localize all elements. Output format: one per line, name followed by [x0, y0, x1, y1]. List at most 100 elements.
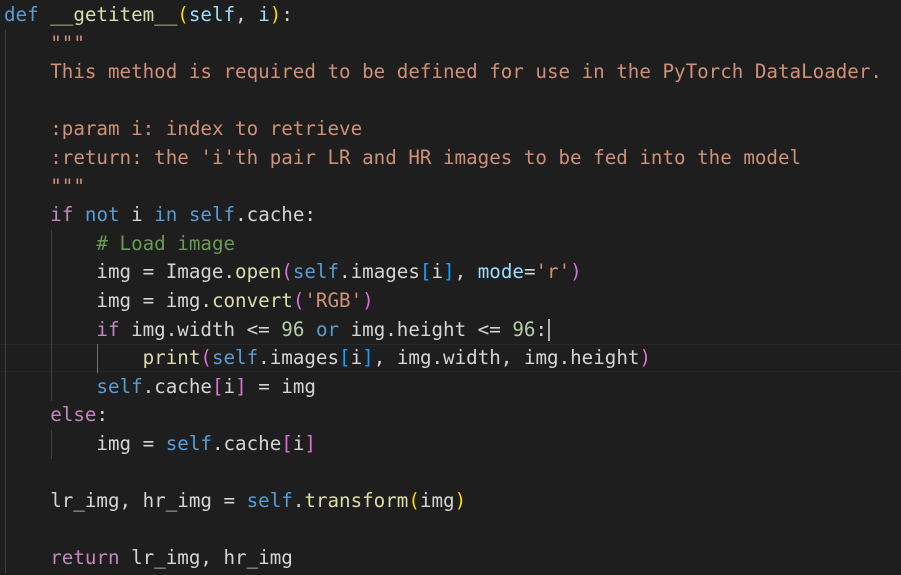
- code-token: [: [281, 432, 293, 455]
- code-token: lr_img, hr_img =: [4, 489, 247, 513]
- code-token: 'r': [535, 260, 571, 284]
- code-token: """: [50, 31, 85, 55]
- code-token: transform: [304, 489, 409, 513]
- code-token: self: [246, 489, 293, 513]
- code-line[interactable]: else:: [4, 401, 108, 430]
- code-token: self: [188, 3, 236, 26]
- code-token: ,: [454, 260, 478, 284]
- code-token: i: [119, 203, 155, 227]
- code-token: img: [419, 489, 455, 513]
- code-token: :: [96, 403, 108, 427]
- code-token: =: [523, 260, 536, 284]
- code-token: i: [350, 346, 363, 370]
- code-token: (: [177, 3, 189, 26]
- code-line[interactable]: lr_img, hr_img = self.transform(img): [4, 487, 466, 516]
- code-token: ,: [235, 3, 259, 26]
- code-line[interactable]: if not i in self.cache:: [4, 201, 316, 230]
- code-token: (: [408, 489, 420, 513]
- code-token: (: [292, 289, 305, 312]
- code-token: in: [154, 203, 178, 227]
- code-token: ): [570, 260, 582, 284]
- code-token: (: [281, 260, 293, 284]
- code-line[interactable]: # Load image: [4, 230, 235, 259]
- text-cursor: [548, 319, 550, 342]
- code-token: ): [454, 489, 467, 513]
- code-token: ): [639, 346, 651, 370]
- code-token: .images: [339, 260, 420, 284]
- code-line[interactable]: :return: the 'i'th pair LR and HR images…: [4, 144, 801, 173]
- code-token: :return: the 'i'th pair LR and HR images…: [50, 146, 802, 169]
- code-line[interactable]: self.cache[i] = img: [4, 373, 316, 402]
- code-token: # Load image: [96, 231, 236, 255]
- code-token: i: [223, 374, 236, 398]
- code-line[interactable]: if img.width <= 96 or img.height <= 96:: [4, 316, 550, 345]
- code-token: :param i: index to retrieve: [50, 117, 363, 141]
- code-line[interactable]: img = Image.open(self.images[i], mode='r…: [4, 258, 582, 287]
- code-token: self: [292, 260, 340, 284]
- code-token: __getitem__: [50, 3, 178, 26]
- code-token: or: [315, 317, 340, 341]
- code-token: lr_img, hr_img: [119, 546, 293, 570]
- code-line[interactable]: img = self.cache[i]: [4, 430, 316, 459]
- code-token: not: [84, 203, 120, 227]
- code-token: return: [50, 546, 120, 570]
- code-token: """: [50, 174, 85, 198]
- code-token: ): [362, 289, 374, 312]
- code-token: img = Image.: [4, 260, 236, 284]
- code-line[interactable]: :param i: index to retrieve: [4, 115, 362, 144]
- code-token: else: [50, 403, 97, 427]
- code-token: print: [142, 346, 201, 370]
- code-token: .cache: [142, 374, 212, 398]
- code-token: [: [419, 260, 432, 284]
- code-token: i: [258, 3, 270, 26]
- code-token: This method is required to be defined fo…: [50, 60, 882, 84]
- code-token: .cache:: [235, 203, 316, 227]
- code-token: def: [4, 3, 39, 26]
- code-token: self: [211, 346, 259, 370]
- code-token: img =: [4, 432, 166, 455]
- code-token: ]: [304, 432, 316, 455]
- code-token: self: [165, 432, 212, 455]
- code-token: i: [292, 432, 305, 455]
- code-token: .cache: [211, 432, 282, 455]
- code-token: img.width <=: [119, 317, 282, 341]
- code-token: 96: [281, 317, 305, 341]
- code-token: mode: [477, 260, 524, 284]
- code-token: :: [281, 3, 293, 26]
- code-line[interactable]: img = img.convert('RGB'): [4, 287, 374, 316]
- code-token: ]: [235, 374, 247, 398]
- code-token: = img: [246, 374, 316, 398]
- code-token: [: [339, 346, 351, 370]
- code-token: img.height <=: [339, 317, 513, 341]
- code-token: ): [269, 3, 282, 26]
- code-line[interactable]: """: [4, 30, 85, 59]
- code-token: .images: [258, 346, 340, 370]
- code-line[interactable]: def __getitem__(self, i):: [4, 1, 293, 30]
- code-token: if: [96, 317, 120, 341]
- code-line[interactable]: This method is required to be defined fo…: [4, 58, 882, 87]
- code-token: convert: [211, 289, 293, 312]
- code-token: if: [50, 203, 74, 227]
- code-token: 'RGB': [304, 289, 363, 312]
- code-token: self: [188, 203, 236, 227]
- code-line[interactable]: return lr_img, hr_img: [4, 544, 293, 573]
- code-token: i: [431, 260, 444, 284]
- code-token: self: [96, 374, 143, 398]
- code-token: ]: [443, 260, 455, 284]
- code-editor[interactable]: def __getitem__(self, i): """ This metho…: [0, 0, 901, 575]
- code-line[interactable]: """: [4, 173, 85, 202]
- code-line[interactable]: print(self.images[i], img.width, img.hei…: [4, 344, 651, 373]
